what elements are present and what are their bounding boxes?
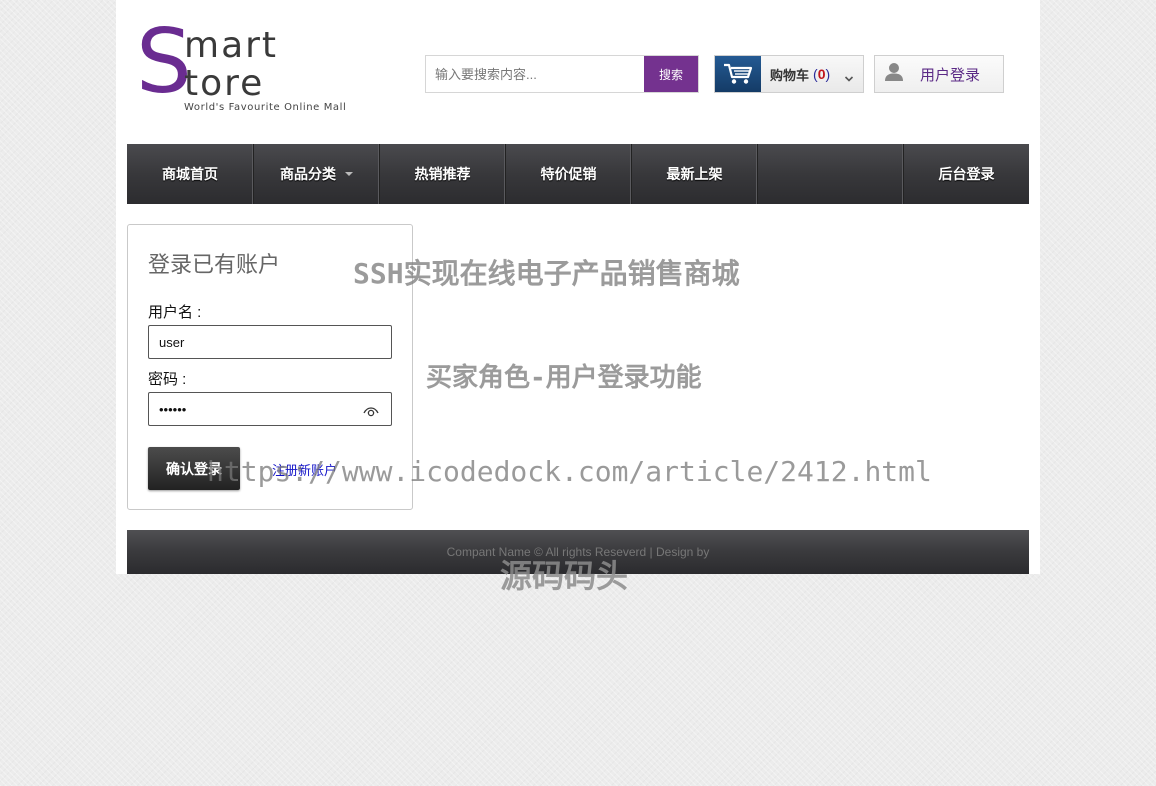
password-label: 密码 : bbox=[148, 371, 187, 388]
header-login-label: 用户登录 bbox=[920, 66, 981, 84]
search-input[interactable] bbox=[426, 56, 644, 92]
nav-item-sale[interactable]: 特价促销 bbox=[506, 144, 632, 204]
logo-word-2: tore bbox=[184, 63, 265, 104]
login-panel: 登录已有账户 用户名 : 密码 : 确认登录 注册新账户 bbox=[127, 224, 413, 510]
nav-item-admin-login[interactable]: 后台登录 bbox=[904, 144, 1029, 204]
password-field-wrap bbox=[148, 392, 392, 426]
login-title: 登录已有账户 bbox=[148, 252, 281, 277]
nav-item-label: 后台登录 bbox=[938, 166, 995, 182]
cart-dropdown[interactable]: 购物车 (0) bbox=[714, 55, 864, 93]
header-login-button[interactable]: 用户登录 bbox=[874, 55, 1004, 93]
logo-tagline: World's Favourite Online Mall bbox=[184, 102, 347, 113]
nav-item-label: 最新上架 bbox=[666, 166, 723, 182]
user-icon bbox=[883, 61, 905, 87]
eye-icon[interactable] bbox=[363, 403, 379, 422]
shopping-cart-icon bbox=[715, 56, 761, 92]
nav-item-hot[interactable]: 热销推荐 bbox=[380, 144, 506, 204]
search-button[interactable]: 搜索 bbox=[644, 56, 698, 92]
nav-item-home[interactable]: 商城首页 bbox=[127, 144, 254, 204]
username-field-wrap bbox=[148, 325, 392, 359]
main-nav: 商城首页 商品分类 热销推荐 特价促销 最新上架 后台登录 bbox=[127, 144, 1029, 204]
nav-item-new[interactable]: 最新上架 bbox=[632, 144, 758, 204]
footer-text: Compant Name © All rights Reseverd | Des… bbox=[446, 545, 710, 559]
page-container: S mart tore World's Favourite Online Mal… bbox=[116, 0, 1040, 574]
cart-label: 购物车 bbox=[770, 67, 810, 83]
chevron-down-icon bbox=[844, 68, 854, 87]
nav-spacer bbox=[758, 144, 904, 204]
nav-item-label: 热销推荐 bbox=[414, 166, 471, 182]
nav-item-categories[interactable]: 商品分类 bbox=[254, 144, 380, 204]
cart-count: 0 bbox=[817, 66, 826, 82]
site-logo[interactable]: S mart tore World's Favourite Online Mal… bbox=[136, 18, 351, 117]
login-submit-button[interactable]: 确认登录 bbox=[148, 447, 240, 490]
footer-bar: Compant Name © All rights Reseverd | Des… bbox=[127, 530, 1029, 574]
logo-word-1: mart bbox=[184, 25, 279, 66]
username-label: 用户名 : bbox=[148, 304, 202, 321]
password-field[interactable] bbox=[149, 393, 391, 425]
caret-down-icon bbox=[345, 172, 353, 176]
username-field[interactable] bbox=[149, 326, 391, 358]
nav-item-label: 商城首页 bbox=[162, 166, 218, 182]
register-link[interactable]: 注册新账户 bbox=[272, 460, 337, 479]
cart-count-badge: (0) bbox=[813, 66, 831, 82]
nav-item-label: 特价促销 bbox=[540, 166, 597, 182]
search-bar: 搜索 bbox=[425, 55, 699, 93]
nav-item-label: 商品分类 bbox=[280, 166, 336, 182]
